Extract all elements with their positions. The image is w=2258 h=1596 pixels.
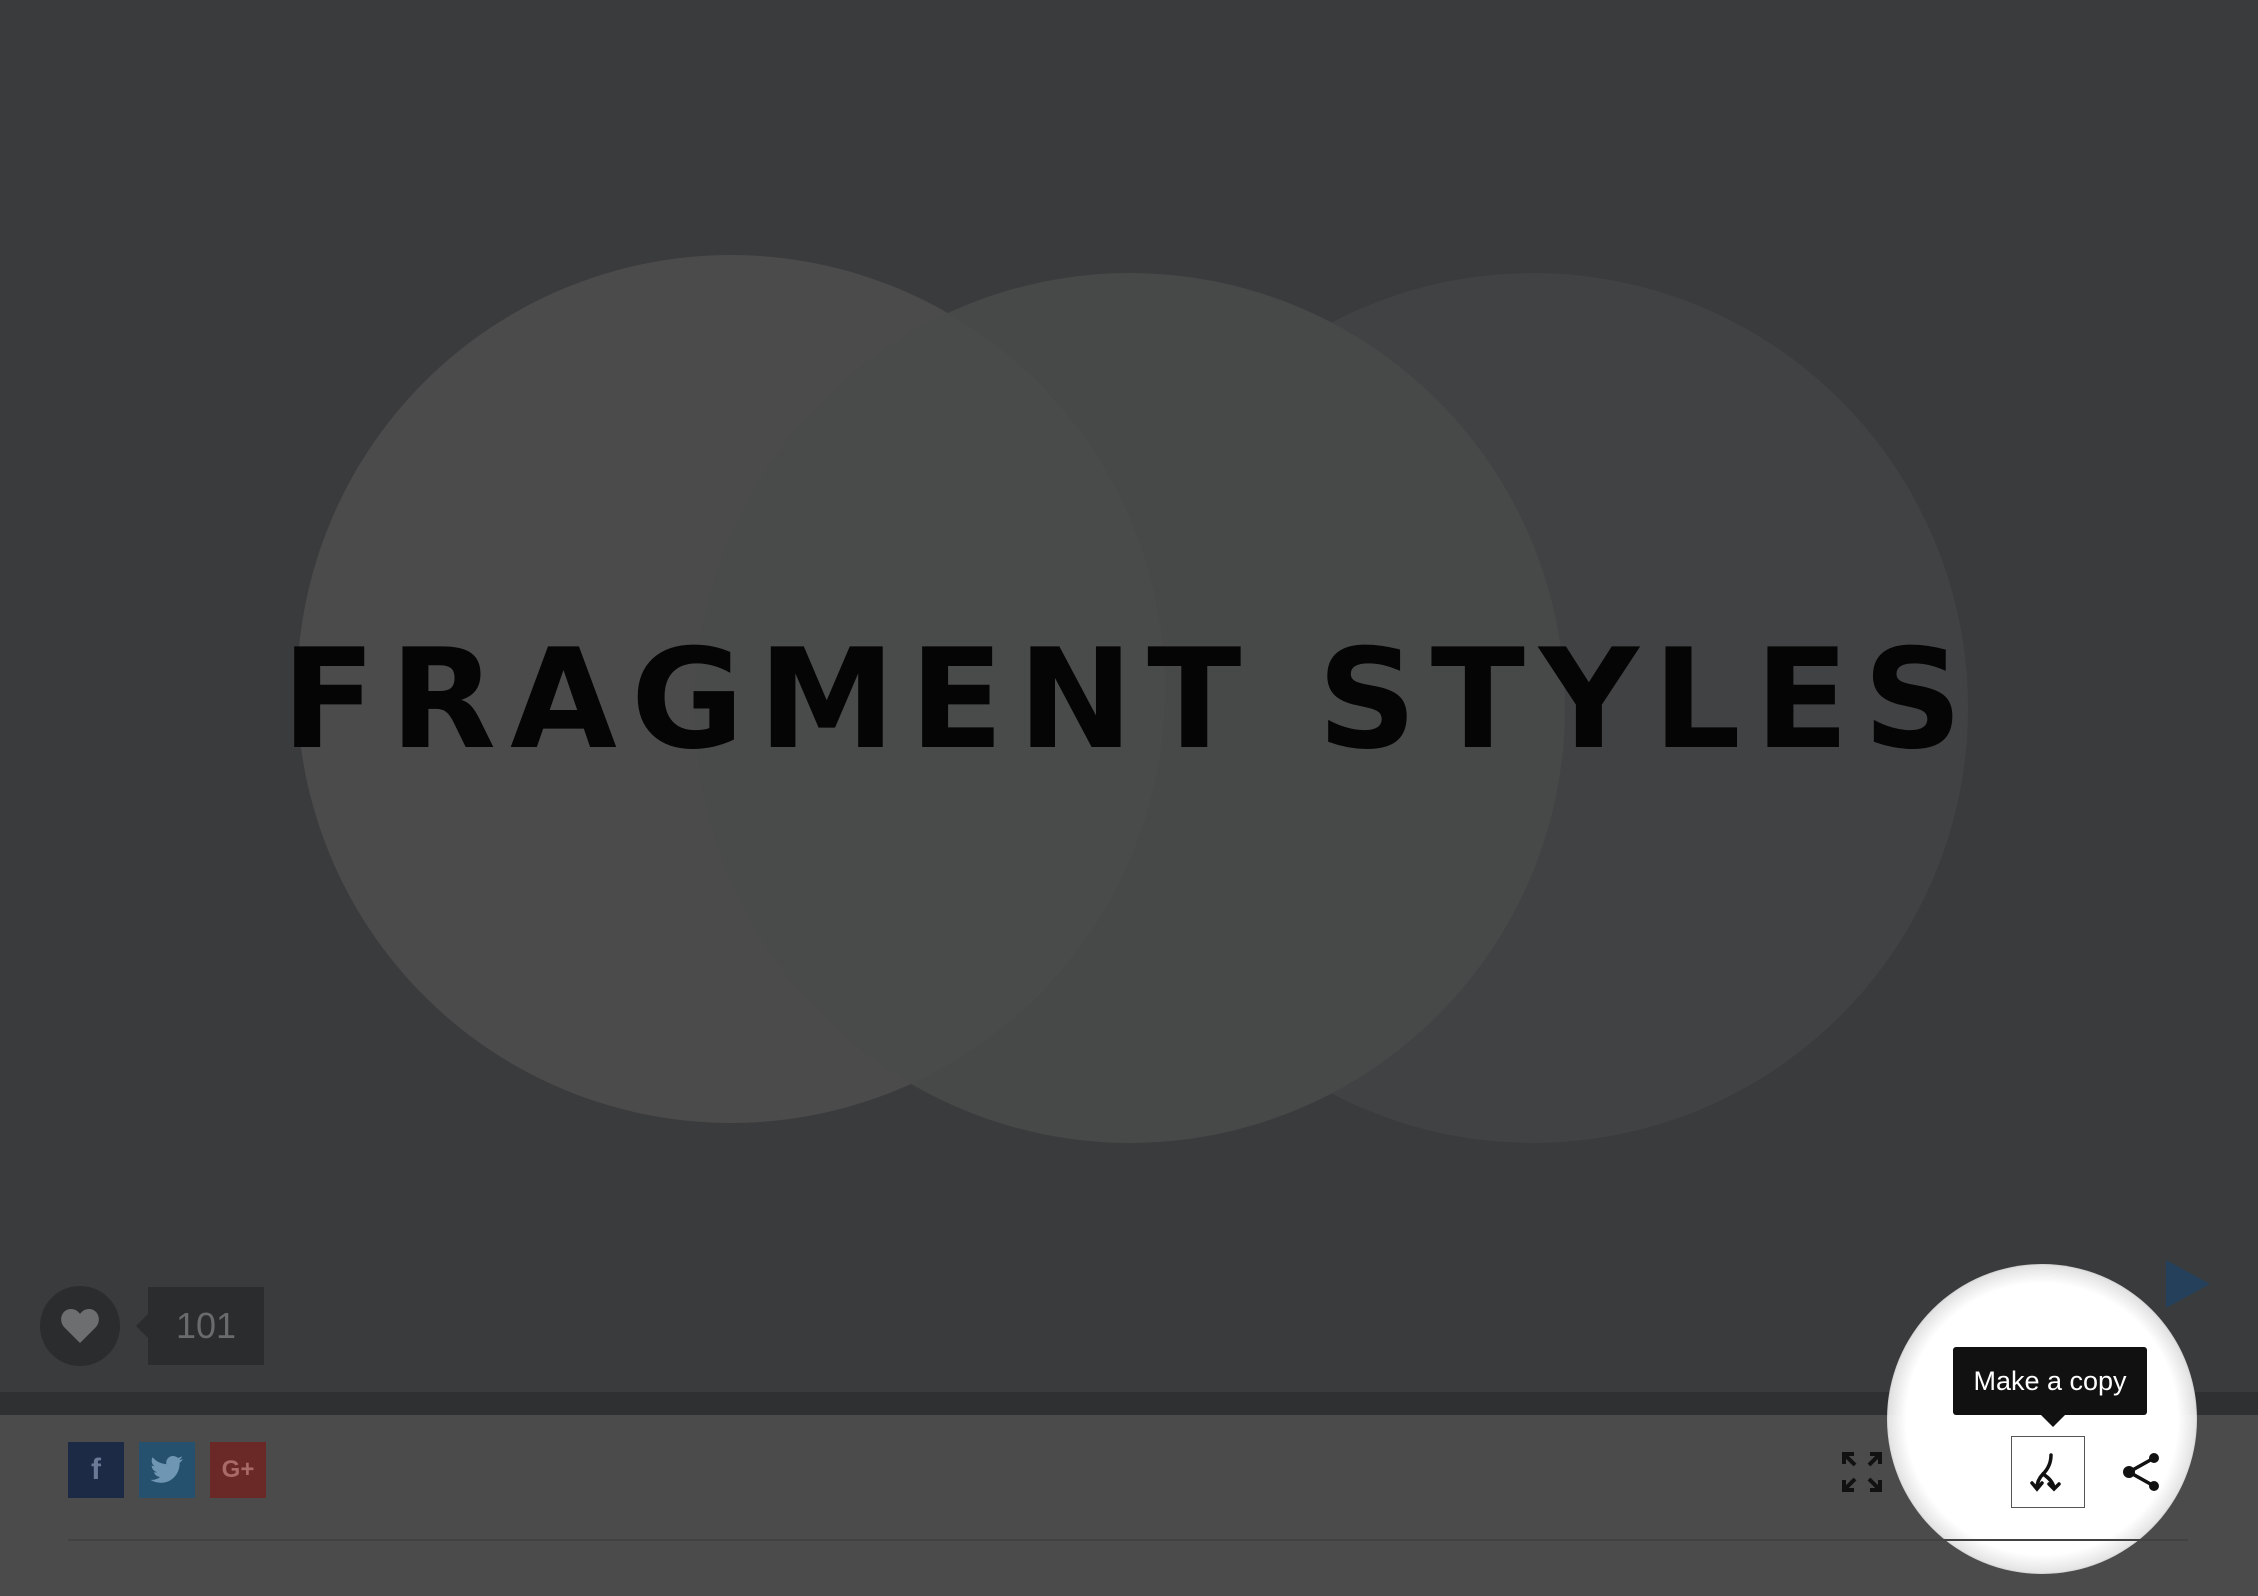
presentation-viewer: FRAGMENT STYLES 101 f G+ Make a copy — [0, 0, 2258, 1596]
twitter-share-button[interactable] — [139, 1442, 195, 1498]
make-copy-tooltip: Make a copy — [1953, 1347, 2147, 1427]
facebook-icon: f — [91, 1453, 101, 1486]
google-plus-share-button[interactable]: G+ — [210, 1442, 266, 1498]
heart-icon — [61, 1309, 99, 1343]
slide-stage: FRAGMENT STYLES 101 — [0, 0, 2258, 1392]
like-count: 101 — [136, 1287, 264, 1365]
fullscreen-icon — [1842, 1452, 1882, 1492]
toolbar-divider — [68, 1539, 2188, 1541]
like-button[interactable] — [40, 1286, 120, 1366]
slide-title: FRAGMENT STYLES — [281, 619, 1977, 780]
fullscreen-button[interactable] — [1826, 1436, 1898, 1508]
make-copy-button[interactable] — [2011, 1436, 2083, 1508]
share-button[interactable] — [2106, 1436, 2178, 1508]
fork-icon — [2030, 1453, 2061, 1492]
facebook-share-button[interactable]: f — [68, 1442, 124, 1498]
share-icon — [2123, 1453, 2159, 1491]
play-arrow-icon[interactable] — [2164, 1258, 2212, 1310]
google-plus-icon: G+ — [221, 1456, 255, 1483]
twitter-bird-icon — [150, 1456, 183, 1483]
